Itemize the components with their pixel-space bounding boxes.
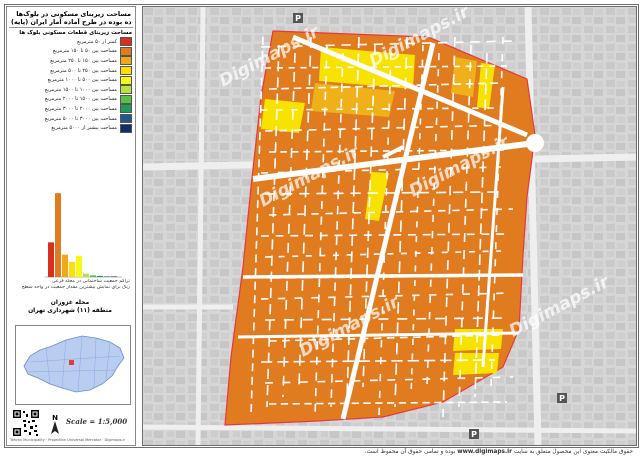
legend-swatch — [120, 37, 132, 46]
qr-code-icon[interactable] — [12, 409, 40, 437]
histogram-bar — [76, 256, 82, 277]
parking-icon[interactable]: P — [557, 393, 567, 403]
parking-icon[interactable]: P — [469, 429, 479, 439]
location-line-2: منطقه (۱۱) شهرداری تهران — [10, 307, 130, 315]
projection-credit: Tehran Municipality · Projection Univers… — [10, 438, 125, 442]
svg-text:P: P — [295, 14, 301, 23]
histogram-bar — [55, 193, 61, 277]
svg-text:P: P — [471, 430, 477, 439]
legend-label: کمتر از ۵۰ مترمربع — [77, 39, 117, 45]
scale-label: Scale = 1:5,000 — [66, 417, 127, 426]
neighborhood-highlight — [69, 360, 74, 365]
histogram-bar — [62, 255, 68, 277]
map-title-box: مساحت زیربنای مسکونی در بلوک‌ها براساس م… — [9, 9, 133, 28]
legend-label: مساحت بین ۲۵۰ تا ۵۰۰ مترمربع — [50, 68, 117, 74]
legend-footer: N Scale = 1:5,000 Tehran Municipality · … — [10, 407, 130, 443]
tehran-inset-map — [15, 325, 131, 405]
legend-label: مساحت بیشتر از ۵۰۰۰ مترمربع — [51, 125, 117, 131]
legend-swatch — [120, 104, 132, 113]
parking-icon[interactable]: P — [293, 13, 303, 23]
histogram-chart — [10, 167, 130, 292]
legend-item: مساحت بین ۳۰۰۰ تا ۵۰۰۰ مترمربع — [10, 114, 132, 124]
roundabout — [526, 134, 544, 152]
legend-item: مساحت بین ۱۰۰۰ تا ۱۵۰۰ مترمربع — [10, 85, 132, 95]
location-line-1: محله غزوزان — [10, 299, 130, 307]
legend-label: مساحت بین ۵۰ تا ۱۵۰ مترمربع — [53, 48, 117, 54]
legend-heading: مساحت زیربنای قطعات مسکونی بلوک ها — [7, 28, 135, 37]
legend-item: مساحت بین ۱۵۰۰ تا ۲۰۰۰ مترمربع — [10, 95, 132, 105]
location-title: محله غزوزان منطقه (۱۱) شهرداری تهران — [10, 299, 130, 315]
legend-item: مساحت بین ۱۵۰ تا ۲۵۰ مترمربع — [10, 56, 132, 66]
histogram-bar — [97, 276, 103, 277]
copyright-footer: حقوق مالکیت معنوی این محصول متعلق به سای… — [6, 449, 633, 455]
histogram-bar — [69, 262, 75, 277]
legend-swatch — [120, 56, 132, 65]
footer-link[interactable]: www.digimaps.ir — [457, 449, 512, 455]
histogram-bar — [111, 276, 117, 277]
svg-text:P: P — [559, 394, 565, 403]
legend-label: مساحت بین ۲۰۰۰ تا ۳۰۰۰ مترمربع — [45, 106, 117, 112]
legend-swatch — [120, 47, 132, 56]
histogram-note-line-2: رنگ برای نمایش بیشترین مقدار جمعیت در وا… — [10, 285, 130, 291]
legend-label: مساحت بین ۵۰۰ تا ۱۰۰۰ مترمربع — [48, 77, 118, 83]
map-title-line-1: مساحت زیربنای مسکونی در بلوک‌ها — [11, 10, 131, 18]
histogram-bar — [104, 276, 110, 277]
legend-label: مساحت بین ۳۰۰۰ تا ۵۰۰۰ مترمربع — [45, 116, 117, 122]
legend-label: مساحت بین ۱۵۰ تا ۲۵۰ مترمربع — [50, 58, 117, 64]
map-frame[interactable]: Digimaps.ir Digimaps.ir Digimaps.ir Digi… — [142, 6, 637, 446]
legend-item: مساحت بین ۵۰۰ تا ۱۰۰۰ مترمربع — [10, 75, 132, 85]
legend-item: مساحت بین ۵۰ تا ۱۵۰ مترمربع — [10, 47, 132, 57]
legend-swatch — [120, 66, 132, 75]
legend-item: کمتر از ۵۰ مترمربع — [10, 37, 132, 47]
legend-swatch — [120, 124, 132, 133]
legend-swatch — [120, 95, 132, 104]
legend-label: مساحت بین ۱۰۰۰ تا ۱۵۰۰ مترمربع — [45, 87, 117, 93]
histogram-bar — [83, 274, 89, 277]
histogram-bar — [90, 275, 96, 277]
footer-text-1: حقوق مالکیت معنوی این محصول متعلق به سای… — [514, 449, 633, 455]
legend-item: مساحت بین ۲۵۰ تا ۵۰۰ مترمربع — [10, 66, 132, 76]
histogram-bar — [48, 242, 54, 277]
block-yellow-2[interactable] — [261, 99, 305, 133]
north-arrow-icon: N — [48, 413, 62, 435]
legend-item: مساحت بین ۲۰۰۰ تا ۳۰۰۰ مترمربع — [10, 104, 132, 114]
legend-swatch — [120, 85, 132, 94]
legend-item: مساحت بیشتر از ۵۰۰۰ مترمربع — [10, 123, 132, 133]
map-title-line-2: براساس ماده بوده در طرح آماده آمار ایران… — [11, 18, 131, 26]
legend-swatch — [120, 114, 132, 123]
neighborhood-map[interactable]: Digimaps.ir Digimaps.ir Digimaps.ir Digi… — [143, 7, 636, 445]
legend-swatch — [120, 76, 132, 85]
histogram-note: تراکم جمعیت ساختمانی در محله فرعی رنگ بر… — [10, 279, 130, 291]
svg-text:N: N — [52, 414, 58, 422]
legend-panel: مساحت زیربنای مسکونی در بلوک‌ها براساس م… — [6, 6, 136, 446]
footer-text-2: بوده و تمامی حقوق آن محفوظ است. — [365, 449, 456, 455]
legend-list: کمتر از ۵۰ مترمربع مساحت بین ۵۰ تا ۱۵۰ مت… — [7, 37, 135, 133]
legend-label: مساحت بین ۱۵۰۰ تا ۲۰۰۰ مترمربع — [45, 96, 117, 102]
